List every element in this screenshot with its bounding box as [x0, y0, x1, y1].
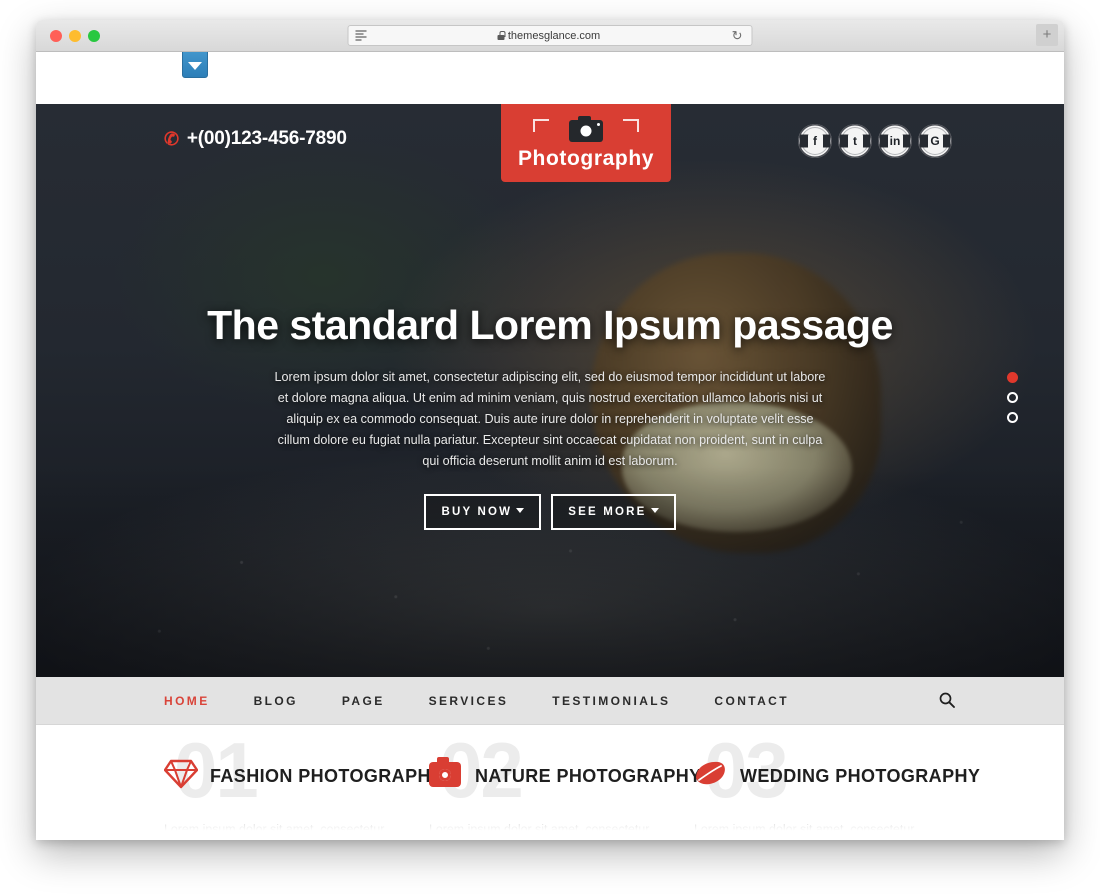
caret-down-icon [650, 507, 659, 513]
scroll-down-toggle[interactable] [182, 52, 208, 78]
buy-now-label: BUY NOW [441, 506, 513, 518]
nav-item-home[interactable]: HOME [164, 694, 210, 708]
service-head-3: WEDDING PHOTOGRAPHY [694, 759, 980, 793]
reader-view-icon[interactable] [355, 30, 367, 41]
caret-down-icon [516, 507, 525, 513]
buy-now-button[interactable]: BUY NOW [424, 494, 542, 530]
service-title-1: FASHION PHOTOGRAPHY [210, 765, 444, 786]
camera-body-icon [569, 116, 603, 142]
twitter-glyph: t [847, 133, 863, 149]
nav-item-contact[interactable]: CONTACT [714, 694, 789, 708]
page-content: ✆ +(00)123-456-7890 Photography f t in G… [36, 52, 1064, 840]
diamond-icon [163, 759, 200, 793]
address-bar[interactable]: themesglance.com ↻ [347, 25, 753, 46]
browser-window: themesglance.com ↻ + ✆ +(00)123-456-7890 [36, 20, 1064, 840]
new-tab-button[interactable]: + [1036, 24, 1058, 46]
window-controls [50, 29, 100, 42]
site-header: ✆ +(00)123-456-7890 Photography f t in G [36, 104, 1064, 182]
browser-titlebar: themesglance.com ↻ + [36, 20, 1064, 52]
service-card-3: 03 WEDDING PHOTOGRAPHY Lorem ipsum dolor… [694, 731, 980, 840]
nav-item-blog[interactable]: BLOG [254, 694, 298, 708]
camera-icon [531, 115, 641, 145]
search-icon[interactable] [938, 691, 958, 711]
url-text-wrap: themesglance.com [367, 30, 732, 42]
service-title-3: WEDDING PHOTOGRAPHY [740, 765, 981, 786]
main-navigation: HOME BLOG PAGE SERVICES TESTIMONIALS CON… [36, 677, 1064, 725]
reload-icon[interactable]: ↻ [732, 29, 743, 42]
social-links: f t in G [798, 124, 952, 158]
nav-item-page[interactable]: PAGE [342, 694, 385, 708]
social-facebook-icon[interactable]: f [798, 124, 832, 158]
slider-dot-2[interactable] [1007, 392, 1018, 403]
bracket-right-icon [623, 119, 639, 132]
close-button[interactable] [50, 29, 62, 42]
phone-icon: ✆ [164, 129, 179, 149]
service-head-2: NATURE PHOTOGRAPHY [429, 757, 701, 793]
service-card-1: 01 FASHION PHOTOGRAPHY Lorem ipsum dolor… [163, 731, 443, 840]
page-top-strip [36, 52, 1064, 104]
slider-dot-1[interactable] [1007, 372, 1018, 383]
phone-number-text: +(00)123-456-7890 [186, 128, 347, 149]
social-twitter-icon[interactable]: t [838, 124, 872, 158]
nav-item-services[interactable]: SERVICES [429, 694, 509, 708]
logo-text: Photography [517, 147, 655, 170]
service-title-2: NATURE PHOTOGRAPHY [475, 765, 702, 786]
service-card-2: 02 NATURE PHOTOGRAPHY Lorem ipsum dolor … [429, 731, 701, 840]
hero-title: The standard Lorem Ipsum passage [207, 302, 893, 348]
lock-icon [497, 31, 506, 40]
see-more-button[interactable]: SEE MORE [551, 494, 676, 530]
camera-flash-icon [597, 123, 600, 126]
nav-item-testimonials[interactable]: TESTIMONIALS [552, 694, 670, 708]
service-desc-3: Lorem ipsum dolor sit amet, consectetur … [694, 822, 915, 836]
site-logo[interactable]: Photography [501, 104, 671, 182]
zoom-button[interactable] [88, 29, 100, 42]
chevron-down-icon [188, 62, 202, 70]
facebook-glyph: f [807, 133, 823, 149]
hero-content: The standard Lorem Ipsum passage Lorem i… [36, 174, 1064, 530]
linkedin-glyph: in [887, 133, 903, 149]
services-section: 01 FASHION PHOTOGRAPHY Lorem ipsum dolor… [36, 725, 1064, 840]
bracket-left-icon [533, 119, 549, 132]
phone-number[interactable]: ✆ +(00)123-456-7890 [164, 128, 347, 150]
slider-pagination [1007, 372, 1018, 423]
social-linkedin-icon[interactable]: in [878, 124, 912, 158]
hero-section: ✆ +(00)123-456-7890 Photography f t in G… [36, 104, 1064, 677]
leaf-icon [694, 759, 730, 793]
slider-dot-3[interactable] [1007, 412, 1018, 423]
camera-icon [429, 757, 465, 793]
service-desc-2: Lorem ipsum dolor sit amet, consectetur … [429, 822, 650, 836]
nav-items: HOME BLOG PAGE SERVICES TESTIMONIALS CON… [164, 694, 833, 708]
googleplus-glyph: G [927, 133, 943, 149]
service-head-1: FASHION PHOTOGRAPHY [163, 759, 443, 793]
see-more-label: SEE MORE [568, 506, 647, 518]
hero-buttons: BUY NOW SEE MORE [36, 494, 1064, 530]
hero-paragraph: Lorem ipsum dolor sit amet, consectetur … [274, 370, 826, 468]
minimize-button[interactable] [69, 29, 81, 42]
url-text: themesglance.com [507, 29, 601, 42]
camera-lens-icon [580, 125, 592, 137]
service-desc-1: Lorem ipsum dolor sit amet, consectetur … [164, 822, 385, 836]
social-googleplus-icon[interactable]: G [918, 124, 952, 158]
